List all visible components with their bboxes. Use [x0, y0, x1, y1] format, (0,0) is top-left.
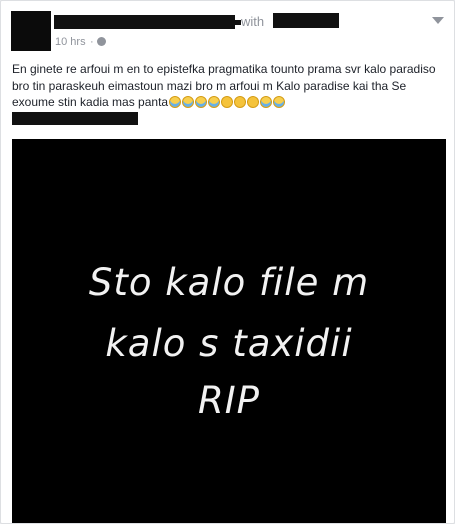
crying-face-icon: [273, 96, 286, 108]
crying-face-icon: [208, 96, 221, 108]
crying-face-icon: [195, 96, 208, 108]
photo-bottom-marks: [180, 511, 280, 523]
sad-face-icon: [247, 96, 260, 108]
globe-icon[interactable]: [97, 37, 106, 46]
avatar[interactable]: [11, 11, 51, 51]
emoji-row: [168, 95, 286, 109]
sad-face-icon: [221, 96, 234, 108]
post-header: with 10 hrs ·: [1, 1, 454, 57]
photo-caption-line: kalo s taxidii: [105, 322, 353, 365]
redacted-text: [12, 112, 138, 125]
chevron-down-icon[interactable]: [432, 17, 444, 24]
photo-caption-line: Sto kalo file m: [88, 261, 370, 304]
redacted-tagged-name: [273, 13, 339, 28]
crying-face-icon: [169, 96, 182, 108]
with-label: with: [241, 14, 265, 29]
redacted-author-name: [54, 15, 241, 29]
sad-face-icon: [234, 96, 247, 108]
post-card: with 10 hrs · En ginete re arfoui m en t…: [0, 0, 455, 524]
meta-separator: ·: [90, 36, 94, 48]
post-timestamp[interactable]: 10 hrs: [55, 36, 86, 48]
crying-face-icon: [182, 96, 195, 108]
post-photo[interactable]: Sto kalo file m kalo s taxidii RIP: [12, 139, 446, 523]
photo-caption-line: RIP: [198, 379, 260, 422]
post-text: En ginete re arfoui m en to epistefka pr…: [12, 61, 444, 111]
crying-face-icon: [260, 96, 273, 108]
